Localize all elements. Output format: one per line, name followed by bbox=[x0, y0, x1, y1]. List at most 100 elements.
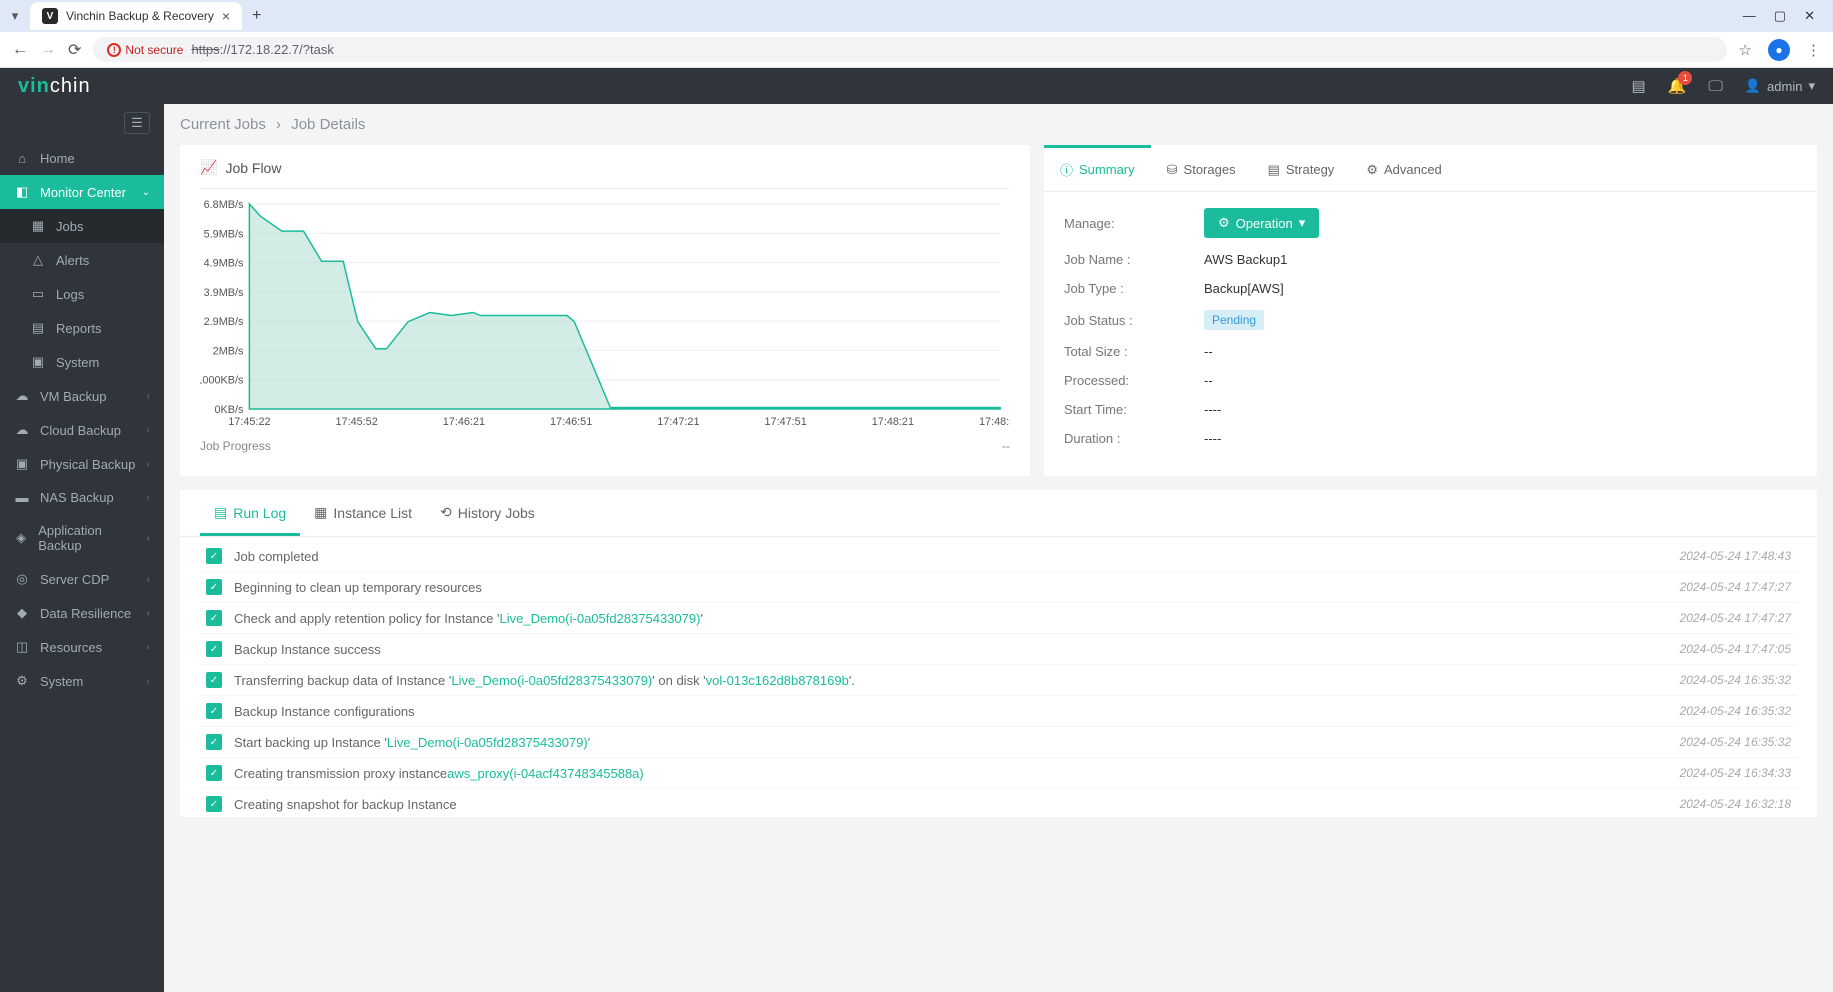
chevron-left-icon: ‹ bbox=[147, 574, 150, 585]
sidebar-item-monitor-center[interactable]: ◧Monitor Center⌄ bbox=[0, 175, 164, 209]
svg-text:17:47:21: 17:47:21 bbox=[657, 416, 699, 428]
summary-panel: ⓘSummary ⛁Storages ▤Strategy ⚙Advanced M… bbox=[1044, 145, 1817, 476]
duration-value: ---- bbox=[1204, 431, 1221, 446]
svg-text:4.9MB/s: 4.9MB/s bbox=[204, 258, 244, 270]
cloud-icon: ☁ bbox=[14, 422, 30, 438]
alerts-icon: △ bbox=[30, 252, 46, 268]
list-icon: ▦ bbox=[314, 504, 327, 521]
tab-label: Advanced bbox=[1384, 162, 1442, 177]
tab-storages[interactable]: ⛁Storages bbox=[1151, 145, 1252, 191]
svg-text:17:46:51: 17:46:51 bbox=[550, 416, 592, 428]
sidebar-item-label: System bbox=[40, 674, 83, 689]
sidebar-item-system-sub[interactable]: ▣System bbox=[0, 345, 164, 379]
app-logo[interactable]: vinchin bbox=[18, 75, 91, 98]
header-monitor-icon[interactable]: 🖵 bbox=[1708, 78, 1722, 95]
check-icon: ✓ bbox=[206, 765, 222, 781]
log-message: Start backing up Instance 'Live_Demo(i-0… bbox=[234, 735, 1680, 750]
log-row: ✓Backup Instance success2024-05-24 17:47… bbox=[200, 634, 1797, 665]
tab-dropdown-icon[interactable]: ▾ bbox=[8, 9, 22, 23]
job-flow-chart: 0KB/s1000KB/s2MB/s2.9MB/s3.9MB/s4.9MB/s5… bbox=[200, 199, 1010, 429]
tab-instance-list[interactable]: ▦Instance List bbox=[300, 490, 426, 536]
log-message: Creating snapshot for backup Instance bbox=[234, 797, 1680, 812]
sidebar-item-label: Monitor Center bbox=[40, 185, 126, 200]
log-message: Beginning to clean up temporary resource… bbox=[234, 580, 1680, 595]
window-close-icon[interactable]: ✕ bbox=[1804, 8, 1815, 24]
operation-button[interactable]: ⚙ Operation ▾ bbox=[1204, 208, 1319, 238]
sidebar-item-data-resilience[interactable]: ◆Data Resilience‹ bbox=[0, 596, 164, 630]
user-menu[interactable]: 👤 admin ▾ bbox=[1745, 78, 1815, 94]
start-time-label: Start Time: bbox=[1064, 402, 1204, 417]
log-message: Creating transmission proxy instanceaws_… bbox=[234, 766, 1680, 781]
address-bar[interactable]: ! Not secure https://172.18.22.7/?task bbox=[93, 37, 1726, 62]
start-time-value: ---- bbox=[1204, 402, 1221, 417]
chevron-left-icon: ‹ bbox=[147, 459, 150, 470]
breadcrumb-parent[interactable]: Current Jobs bbox=[180, 116, 266, 133]
job-type-value: Backup[AWS] bbox=[1204, 281, 1284, 296]
new-tab-button[interactable]: + bbox=[252, 7, 261, 25]
tab-label: Run Log bbox=[233, 505, 286, 521]
tab-label: Storages bbox=[1184, 162, 1236, 177]
chevron-down-icon: ▾ bbox=[1299, 215, 1306, 231]
breadcrumb: Current Jobs › Job Details bbox=[180, 116, 1817, 133]
nav-forward-icon[interactable]: → bbox=[40, 41, 56, 59]
svg-text:2.9MB/s: 2.9MB/s bbox=[204, 316, 244, 328]
window-minimize-icon[interactable]: — bbox=[1743, 8, 1756, 24]
browser-tab[interactable]: V Vinchin Backup & Recovery × bbox=[30, 2, 242, 30]
panel-title: 📈 Job Flow bbox=[200, 159, 1010, 189]
sidebar-item-reports[interactable]: ▤Reports bbox=[0, 311, 164, 345]
tab-summary[interactable]: ⓘSummary bbox=[1044, 145, 1151, 191]
chevron-left-icon: ‹ bbox=[147, 676, 150, 687]
chevron-left-icon: ‹ bbox=[147, 642, 150, 653]
tab-close-icon[interactable]: × bbox=[222, 8, 230, 24]
chevron-down-icon: ▾ bbox=[1808, 78, 1815, 94]
svg-text:2MB/s: 2MB/s bbox=[213, 345, 244, 357]
nav-back-icon[interactable]: ← bbox=[12, 41, 28, 59]
svg-text:17:48:50: 17:48:50 bbox=[979, 416, 1010, 428]
browser-tab-bar: ▾ V Vinchin Backup & Recovery × + — ▢ ✕ bbox=[0, 0, 1833, 32]
logs-icon: ▭ bbox=[30, 286, 46, 302]
user-name: admin bbox=[1767, 79, 1802, 94]
tab-strategy[interactable]: ▤Strategy bbox=[1252, 145, 1351, 191]
tab-history-jobs[interactable]: ⟲History Jobs bbox=[426, 490, 549, 536]
window-maximize-icon[interactable]: ▢ bbox=[1774, 8, 1786, 24]
sidebar-item-server-cdp[interactable]: ◎Server CDP‹ bbox=[0, 562, 164, 596]
sidebar-item-logs[interactable]: ▭Logs bbox=[0, 277, 164, 311]
header-bell-icon[interactable]: 🔔1 bbox=[1668, 77, 1687, 95]
home-icon: ⌂ bbox=[14, 151, 30, 166]
sidebar-item-jobs[interactable]: ▦Jobs bbox=[0, 209, 164, 243]
resilience-icon: ◆ bbox=[14, 605, 30, 621]
profile-avatar-icon[interactable]: ● bbox=[1768, 39, 1790, 61]
sidebar-item-application-backup[interactable]: ◈Application Backup‹ bbox=[0, 514, 164, 562]
header-list-icon[interactable]: ▤ bbox=[1632, 77, 1646, 95]
job-status-badge: Pending bbox=[1204, 310, 1264, 330]
svg-text:17:45:22: 17:45:22 bbox=[228, 416, 270, 428]
sidebar-item-cloud-backup[interactable]: ☁Cloud Backup‹ bbox=[0, 413, 164, 447]
sidebar-toggle-button[interactable]: ☰ bbox=[124, 112, 150, 134]
log-icon: ▤ bbox=[214, 504, 227, 521]
svg-text:0KB/s: 0KB/s bbox=[215, 404, 244, 416]
sidebar-item-vm-backup[interactable]: ☁VM Backup‹ bbox=[0, 379, 164, 413]
sidebar-item-nas-backup[interactable]: ▬NAS Backup‹ bbox=[0, 481, 164, 514]
log-row: ✓ Creating transmission proxy instanceaws… bbox=[200, 758, 1797, 789]
breadcrumb-current: Job Details bbox=[291, 116, 365, 133]
browser-toolbar: ← → ⟳ ! Not secure https://172.18.22.7/?… bbox=[0, 32, 1833, 68]
app-icon: ◈ bbox=[14, 530, 28, 546]
tab-advanced[interactable]: ⚙Advanced bbox=[1350, 145, 1457, 191]
chart-icon: 📈 bbox=[200, 159, 217, 176]
sidebar-item-system[interactable]: ⚙System‹ bbox=[0, 664, 164, 698]
log-row: ✓Start backing up Instance 'Live_Demo(i-… bbox=[200, 727, 1797, 758]
sidebar-item-resources[interactable]: ◫Resources‹ bbox=[0, 630, 164, 664]
sidebar-item-label: Physical Backup bbox=[40, 457, 135, 472]
sidebar-item-home[interactable]: ⌂Home bbox=[0, 142, 164, 175]
browser-menu-icon[interactable]: ⋮ bbox=[1806, 41, 1821, 59]
log-list[interactable]: ✓Job completed2024-05-24 17:48:43✓Beginn… bbox=[180, 537, 1817, 817]
notification-badge: 1 bbox=[1678, 71, 1692, 85]
not-secure-badge[interactable]: ! Not secure bbox=[107, 43, 183, 57]
sidebar-item-physical-backup[interactable]: ▣Physical Backup‹ bbox=[0, 447, 164, 481]
nav-reload-icon[interactable]: ⟳ bbox=[68, 40, 81, 60]
sidebar-item-alerts[interactable]: △Alerts bbox=[0, 243, 164, 277]
job-progress-value: -- bbox=[1002, 439, 1010, 453]
sidebar-item-label: Application Backup bbox=[38, 523, 136, 553]
bookmark-star-icon[interactable]: ☆ bbox=[1739, 41, 1752, 59]
tab-run-log[interactable]: ▤ Run Log bbox=[200, 490, 300, 536]
